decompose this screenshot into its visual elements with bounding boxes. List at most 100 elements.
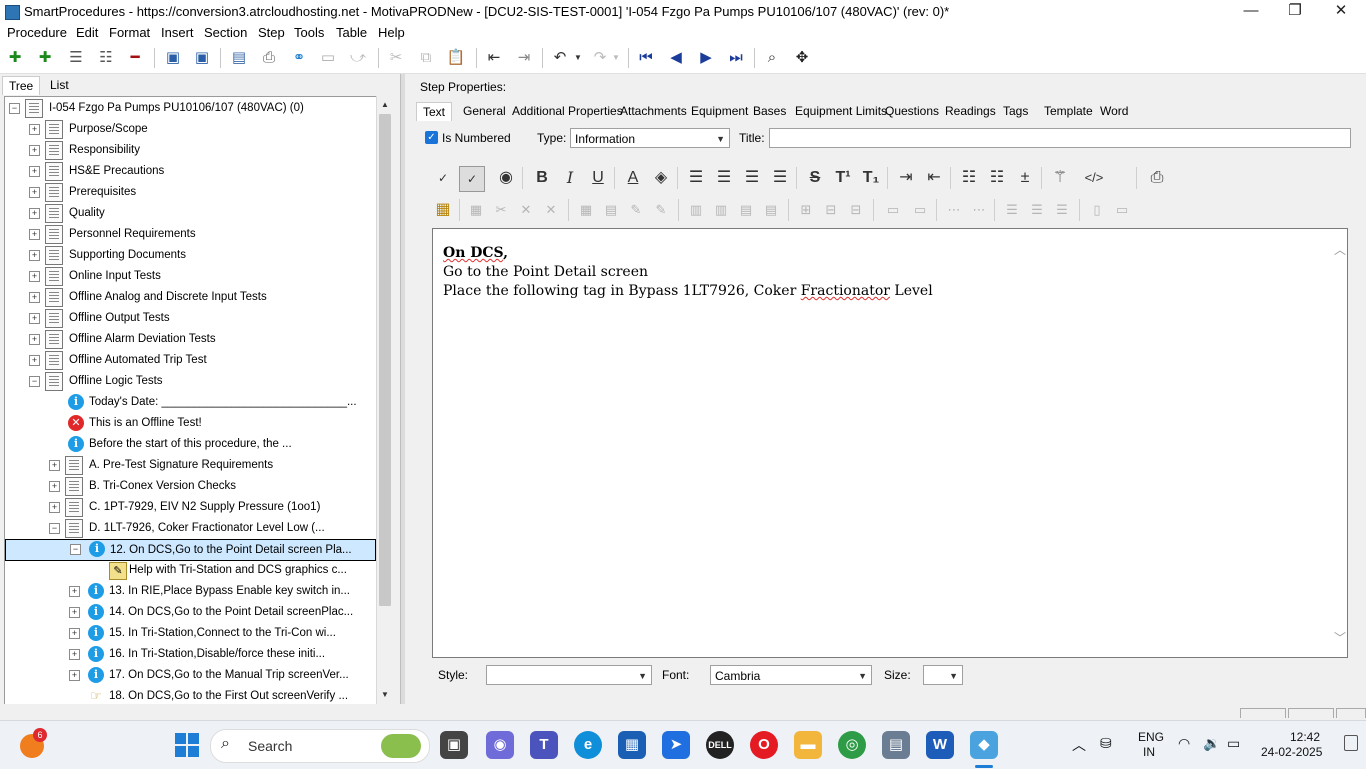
merge-down-icon[interactable]: ▭ — [881, 198, 905, 222]
expand-icon[interactable]: + — [69, 607, 80, 618]
horizontal-rule-icon[interactable]: ± — [1013, 166, 1037, 190]
clock-date[interactable]: 24-02-2025 — [1261, 745, 1322, 759]
redo-disabled-icon[interactable]: ⤻ — [348, 48, 368, 68]
tree-node-help[interactable]: ✎ Help with Tri-Station and DCS graphics… — [5, 560, 377, 580]
row-height-icon[interactable]: ▭ — [1110, 198, 1134, 222]
tree-node-section[interactable]: + Responsibility — [5, 140, 377, 160]
editor-scroll-down-icon[interactable]: ﹀ — [1334, 629, 1346, 646]
collapse-icon[interactable]: − — [49, 523, 60, 534]
tab-attachments[interactable]: Attachments — [620, 102, 687, 120]
add-icon[interactable]: ✚ — [5, 48, 25, 68]
undo-icon[interactable]: ↶ — [550, 48, 570, 68]
spellcheck-as-you-type-icon[interactable]: ✓ — [459, 166, 485, 192]
tree-node-section[interactable]: + Offline Alarm Deviation Tests — [5, 329, 377, 349]
task-view-icon[interactable]: ▣ — [440, 731, 468, 759]
move-icon[interactable]: ✥ — [792, 48, 812, 68]
font-color-icon[interactable]: A — [621, 166, 645, 190]
tree-node-section[interactable]: + Purpose/Scope — [5, 119, 377, 139]
is-numbered-checkbox[interactable]: ✓ — [425, 131, 438, 144]
tab-template[interactable]: Template — [1044, 102, 1093, 120]
save-icon[interactable]: ▣ — [192, 48, 212, 68]
strikethrough-icon[interactable]: S — [803, 166, 827, 190]
tab-readings[interactable]: Readings — [945, 102, 996, 120]
notifications-icon[interactable] — [1344, 735, 1358, 751]
tab-bases[interactable]: Bases — [753, 102, 786, 120]
scroll-thumb[interactable] — [379, 114, 391, 606]
tree-node-section[interactable]: + Quality — [5, 203, 377, 223]
chrome-icon[interactable]: ◎ — [838, 731, 866, 759]
delete-table-icon[interactable]: ✂ — [489, 198, 513, 222]
tree-node-section[interactable]: + Prerequisites — [5, 182, 377, 202]
last-icon[interactable]: ⏭ — [726, 48, 746, 68]
previous-icon[interactable]: ◀ — [666, 48, 686, 68]
volume-icon[interactable]: 🔉 — [1203, 735, 1220, 752]
bold-icon[interactable]: B — [530, 166, 554, 190]
split-down-icon[interactable]: ▭ — [908, 198, 932, 222]
copilot-icon[interactable]: ◉ — [486, 731, 514, 759]
merge-right-icon[interactable]: ⊟ — [844, 198, 868, 222]
collapse-icon[interactable]: − — [9, 103, 20, 114]
first-icon[interactable]: ⏮ — [636, 48, 656, 68]
tree-node-step[interactable]: i Before the start of this procedure, th… — [5, 434, 377, 454]
tab-equipment[interactable]: Equipment — [691, 102, 748, 120]
expand-icon[interactable]: + — [29, 229, 40, 240]
tree-node-subsection[interactable]: + B. Tri-Conex Version Checks — [5, 476, 377, 496]
tree-node-step[interactable]: + i 17. On DCS,Go to the Manual Trip scr… — [5, 665, 377, 685]
list-icon[interactable]: ☰ — [66, 48, 86, 68]
expand-icon[interactable]: + — [49, 481, 60, 492]
cell-align-right-icon[interactable]: ☰ — [1050, 198, 1074, 222]
wifi-icon[interactable]: ◠ — [1178, 735, 1190, 752]
scroll-up-icon[interactable]: ▲ — [381, 100, 389, 109]
menu-section[interactable]: Section — [203, 24, 248, 44]
tab-tags[interactable]: Tags — [1003, 102, 1028, 120]
export-icon[interactable]: ▤ — [229, 48, 249, 68]
title-input[interactable] — [769, 128, 1351, 148]
type-select[interactable]: Information ▼ — [570, 128, 730, 148]
insert-table-icon[interactable]: ▦ — [431, 198, 455, 222]
merge-cell-icon[interactable]: ⊟ — [819, 198, 843, 222]
minimize-button[interactable]: — — [1228, 0, 1274, 24]
expand-icon[interactable]: + — [29, 145, 40, 156]
tab-word[interactable]: Word — [1100, 102, 1128, 120]
underline-icon[interactable]: U — [586, 166, 610, 190]
tree-node-section[interactable]: + Online Input Tests — [5, 266, 377, 286]
superscript-icon[interactable]: T¹ — [831, 166, 855, 190]
numbered-list-icon[interactable]: ☷ — [985, 166, 1009, 190]
table-properties-icon[interactable]: ▦ — [464, 198, 488, 222]
search-replace-icon[interactable]: ⌕ — [762, 48, 782, 68]
expand-icon[interactable]: + — [29, 250, 40, 261]
highlight-color-icon[interactable]: ◈ — [649, 166, 673, 190]
expand-icon[interactable]: + — [29, 334, 40, 345]
tree-node-subsection[interactable]: + C. 1PT-7929, EIV N2 Supply Pressure (1… — [5, 497, 377, 517]
language-line-1[interactable]: ENG — [1138, 730, 1164, 744]
procedure-tree[interactable]: − I-054 Fzgo Pa Pumps PU10106/107 (480VA… — [4, 96, 378, 706]
outdent-icon[interactable]: ⇥ — [514, 48, 534, 68]
html-source-icon[interactable]: </> — [1082, 166, 1106, 190]
app-window-icon[interactable]: ▤ — [882, 731, 910, 759]
opera-icon[interactable]: O — [750, 731, 778, 759]
insert-row-icon[interactable]: ⋯ — [942, 198, 966, 222]
tree-node-step[interactable]: + i 14. On DCS,Go to the Point Detail sc… — [5, 602, 377, 622]
cell-color-icon[interactable]: ✎ — [624, 198, 648, 222]
print-icon[interactable]: ⎙ — [1145, 166, 1169, 190]
tree-node-subsection[interactable]: − D. 1LT-7926, Coker Fractionator Level … — [5, 518, 377, 538]
menu-step[interactable]: Step — [257, 24, 286, 44]
cell-properties-icon[interactable]: ▦ — [574, 198, 598, 222]
print-icon[interactable]: ⎙ — [259, 48, 279, 68]
tree-node-step[interactable]: + i 16. In Tri-Station,Disable/force the… — [5, 644, 377, 664]
tree-node-root[interactable]: − I-054 Fzgo Pa Pumps PU10106/107 (480VA… — [5, 98, 377, 118]
tree-node-step-selected[interactable]: − i 12. On DCS,Go to the Point Detail sc… — [5, 539, 376, 561]
language-line-2[interactable]: IN — [1143, 745, 1155, 759]
tab-list[interactable]: List — [44, 76, 75, 94]
expand-icon[interactable]: + — [29, 292, 40, 303]
style-select[interactable]: ▼ — [486, 665, 652, 685]
tree-node-step[interactable]: + i 15. In Tri-Station,Connect to the Tr… — [5, 623, 377, 643]
menu-format[interactable]: Format — [108, 24, 151, 44]
italic-icon[interactable]: I — [558, 166, 582, 190]
increase-indent-icon[interactable]: ⇥ — [894, 166, 918, 190]
search-box[interactable]: ⌕ Search — [210, 729, 430, 763]
expand-icon[interactable]: + — [29, 208, 40, 219]
spellcheck-icon[interactable]: ✓ — [431, 166, 455, 190]
column-width-icon[interactable]: ▯ — [1085, 198, 1109, 222]
tab-questions[interactable]: Questions — [885, 102, 939, 120]
